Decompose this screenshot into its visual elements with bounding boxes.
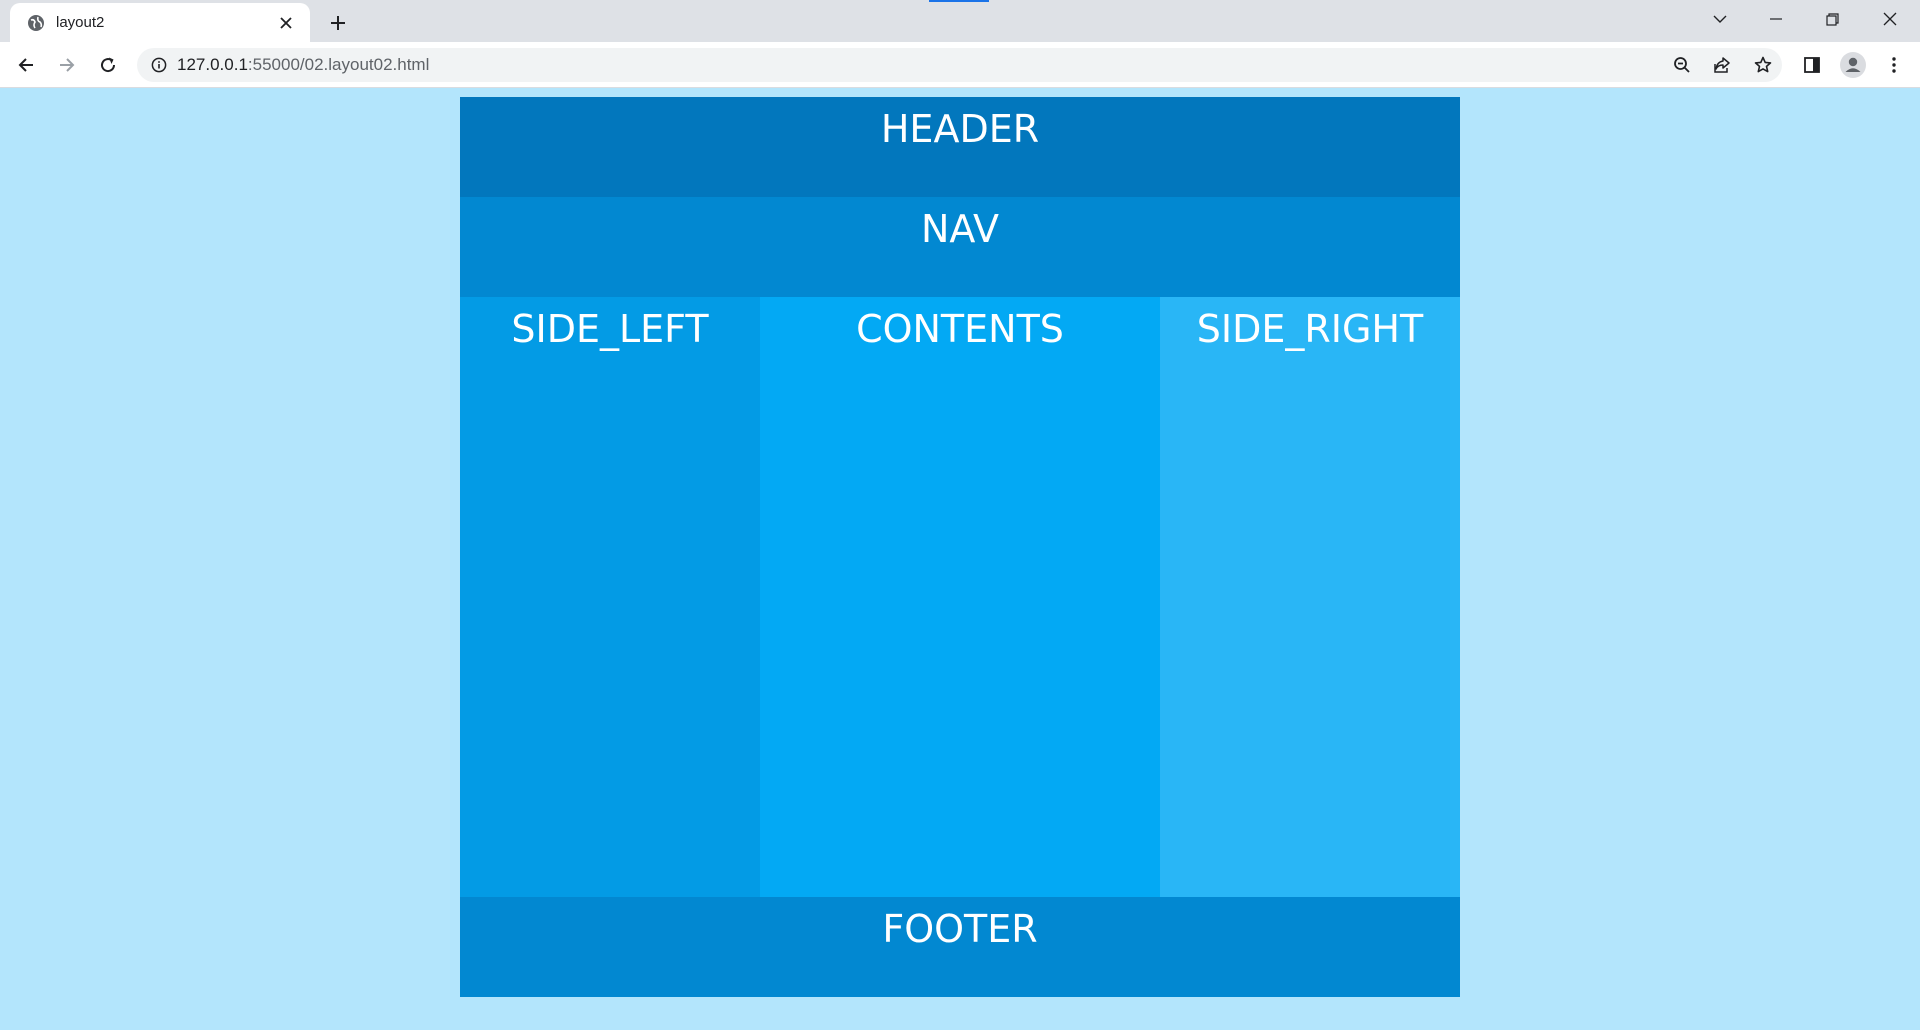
restore-icon[interactable] — [1804, 0, 1860, 38]
side-right-label: SIDE_RIGHT — [1196, 307, 1424, 351]
chevron-down-icon[interactable] — [1692, 0, 1748, 38]
layout-container: HEADER NAV SIDE_LEFT CONTENTS SIDE_RIGHT… — [460, 97, 1460, 997]
minimize-icon[interactable] — [1748, 0, 1804, 38]
footer-block: FOOTER — [460, 897, 1460, 997]
arrow-right-icon[interactable] — [51, 49, 83, 81]
browser-toolbar: 127.0.0.1:55000/02.layout02.html — [0, 42, 1920, 88]
close-icon[interactable] — [274, 11, 298, 35]
plus-icon[interactable] — [324, 9, 352, 37]
globe-icon — [26, 13, 46, 33]
browser-tab[interactable]: layout2 — [10, 3, 310, 42]
header-label: HEADER — [880, 107, 1040, 151]
side-left-block: SIDE_LEFT — [460, 297, 760, 897]
zoom-out-icon[interactable] — [1667, 50, 1697, 80]
middle-row: SIDE_LEFT CONTENTS SIDE_RIGHT — [460, 297, 1460, 897]
url-host: 127.0.0.1 — [177, 55, 248, 74]
tab-strip: layout2 — [0, 0, 1920, 42]
address-bar[interactable]: 127.0.0.1:55000/02.layout02.html — [137, 48, 1782, 82]
side-left-label: SIDE_LEFT — [511, 307, 709, 351]
url-text[interactable]: 127.0.0.1:55000/02.layout02.html — [177, 55, 429, 75]
star-icon[interactable] — [1748, 50, 1778, 80]
contents-label: CONTENTS — [856, 307, 1064, 351]
header-block: HEADER — [460, 97, 1460, 197]
arrow-left-icon[interactable] — [10, 49, 42, 81]
url-path: :55000/02.layout02.html — [247, 55, 430, 74]
info-icon[interactable] — [149, 55, 169, 75]
tab-strip-indicator — [929, 0, 989, 2]
tab-title: layout2 — [56, 14, 105, 31]
contents-block: CONTENTS — [760, 297, 1160, 897]
nav-block: NAV — [460, 197, 1460, 297]
share-icon[interactable] — [1707, 50, 1737, 80]
reload-icon[interactable] — [92, 49, 124, 81]
nav-label: NAV — [921, 207, 999, 251]
kebab-menu-icon[interactable] — [1878, 49, 1910, 81]
close-window-icon[interactable] — [1862, 0, 1918, 38]
side-right-block: SIDE_RIGHT — [1160, 297, 1460, 897]
footer-label: FOOTER — [882, 907, 1038, 951]
side-panel-icon[interactable] — [1796, 49, 1828, 81]
profile-icon[interactable] — [1837, 49, 1869, 81]
